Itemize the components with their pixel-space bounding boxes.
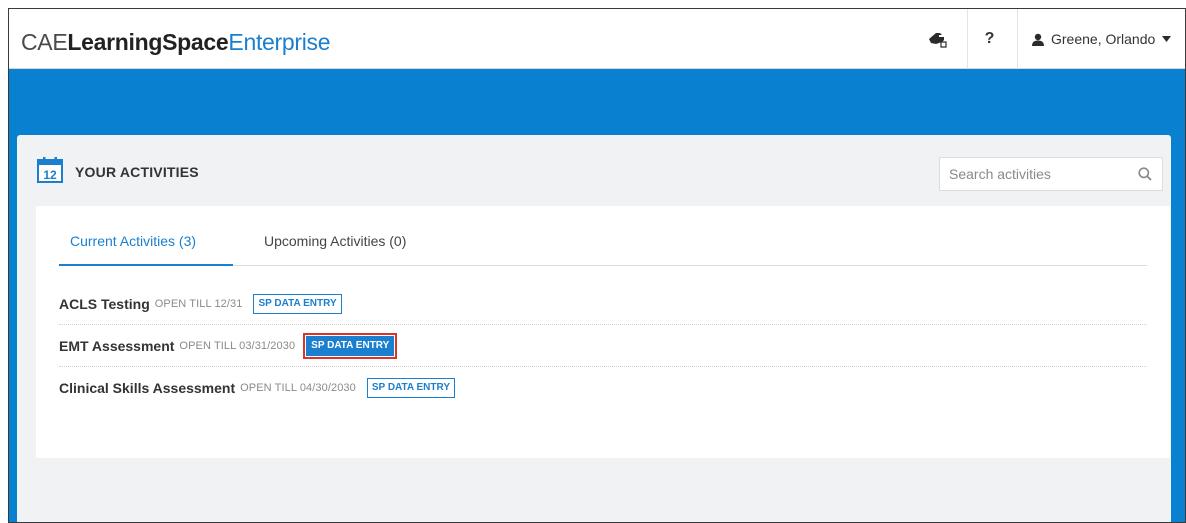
activities-panel: 12 YOUR ACTIVITIES Current Activities (3… — [17, 135, 1171, 522]
activity-open-till: OPEN TILL 12/31 — [154, 297, 243, 310]
tab-current-activities[interactable]: Current Activities (3) — [59, 233, 233, 266]
user-icon — [1032, 33, 1044, 46]
activity-name[interactable]: ACLS Testing — [59, 296, 150, 312]
section-title: YOUR ACTIVITIES — [75, 164, 199, 180]
activity-name[interactable]: Clinical Skills Assessment — [59, 380, 235, 396]
user-menu[interactable]: Greene, Orlando — [1017, 9, 1185, 69]
calendar-icon: 12 — [37, 157, 63, 183]
brand-logo[interactable]: CAELearningSpaceEnterprise — [21, 28, 331, 56]
calendar-day: 12 — [43, 168, 57, 182]
brand-part-learningspace: LearningSpace — [67, 29, 229, 55]
activity-row: Clinical Skills Assessment OPEN TILL 04/… — [59, 367, 1147, 409]
top-navbar: CAELearningSpaceEnterprise ? Greene, Orl… — [9, 9, 1185, 69]
brand-part-cae: CAE — [21, 29, 68, 55]
tab-upcoming-activities[interactable]: Upcoming Activities (0) — [264, 233, 406, 266]
sp-data-entry-button[interactable]: SP DATA ENTRY — [253, 293, 342, 314]
help-icon: ? — [984, 30, 995, 47]
activity-open-till: OPEN TILL 04/30/2030 — [240, 382, 356, 394]
hand-pointer-icon — [929, 33, 947, 48]
search-box — [939, 157, 1163, 191]
caret-down-icon — [1162, 36, 1172, 42]
sp-data-entry-button[interactable]: SP DATA ENTRY — [366, 378, 456, 398]
app-window: CAELearningSpaceEnterprise ? Greene, Orl… — [8, 8, 1186, 523]
sp-data-entry-button[interactable]: SP DATA ENTRY — [303, 332, 398, 359]
activities-card: Current Activities (3) Upcoming Activiti… — [36, 206, 1170, 458]
activity-tabs: Current Activities (3) Upcoming Activiti… — [59, 206, 1147, 266]
user-name: Greene, Orlando — [1051, 31, 1156, 47]
hand-pointer-button[interactable] — [915, 9, 959, 69]
search-icon[interactable] — [1138, 167, 1152, 181]
search-input[interactable] — [940, 158, 1130, 190]
help-button[interactable]: ? — [967, 9, 1011, 69]
activity-row: EMT Assessment OPEN TILL 03/31/2030 SP D… — [59, 325, 1147, 367]
activity-name[interactable]: EMT Assessment — [59, 338, 174, 354]
activity-open-till: OPEN TILL 03/31/2030 — [179, 339, 296, 352]
activity-row: ACLS Testing OPEN TILL 12/31 SP DATA ENT… — [59, 283, 1147, 325]
brand-part-enterprise: Enterprise — [228, 29, 331, 55]
